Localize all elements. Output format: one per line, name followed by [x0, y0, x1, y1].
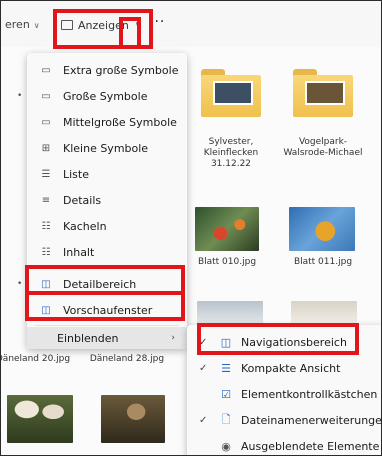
file-name: Däneland 28.jpg [89, 354, 165, 364]
check-icon: ✓ [199, 362, 208, 374]
submenu-item-navigation-pane[interactable]: ✓ ◫ Navigationsbereich [187, 329, 381, 355]
menu-item-tiles[interactable]: ☷ Kacheln [27, 213, 187, 239]
monitor-small-icon: ▭ [41, 116, 51, 128]
folder-icon [293, 69, 353, 117]
image-thumbnail [197, 301, 263, 325]
preview-pane-icon: ◫ [41, 304, 51, 316]
image-item[interactable]: Blatt 010.jpg [187, 207, 277, 277]
menu-item-large-icons[interactable]: • ▭ Große Symbole [17, 83, 187, 109]
compact-view-icon: ☰ [221, 361, 231, 375]
file-name: Vogelpark-Walsrode-Michael [283, 137, 363, 158]
menu-item-show[interactable]: Einblenden › [27, 327, 187, 349]
view-menu: ▭ Extra große Symbole • ▭ Große Symbole ▭ Mi… [17, 53, 187, 349]
menu-item-label: Kacheln [63, 219, 107, 233]
content-icon: ☷ [41, 246, 51, 258]
more-options-button[interactable]: ··· [149, 14, 165, 30]
grid-icon: ⊞ [41, 142, 51, 154]
view-label: Anzeigen [78, 18, 129, 32]
monitor-icon: ▭ [41, 90, 51, 102]
chevron-down-icon: ∨ [33, 21, 40, 30]
menu-item-list[interactable]: ☰ Liste [27, 161, 187, 187]
show-submenu: ✓ ◫ Navigationsbereich ✓ ☰ Kompakte Ansicht … [187, 325, 382, 455]
hidden-items-icon: ◉ [221, 439, 231, 453]
menu-item-medium-icons[interactable]: ▭ Mittelgroße Symbole [27, 109, 187, 135]
image-thumbnail [195, 207, 259, 251]
navigation-strip [1, 47, 27, 337]
submenu-item-label: Kompakte Ansicht [241, 361, 341, 375]
menu-item-label: Details [63, 193, 102, 207]
submenu-item-compact-view[interactable]: ✓ ☰ Kompakte Ansicht [187, 355, 381, 381]
submenu-item-hidden-items[interactable]: ◉ Ausgeblendete Elemente [187, 433, 381, 455]
menu-item-label: Mittelgroße Symbole [63, 115, 177, 129]
file-name: Sylvester, Kleinflecken 31.12.22 [203, 137, 259, 169]
image-thumbnail [291, 301, 357, 325]
menu-item-preview-pane[interactable]: ◫ Vorschaufenster [27, 297, 187, 323]
menu-separator [35, 267, 179, 268]
submenu-item-label: Dateinamenerweiterungen [241, 413, 382, 427]
details-icon: ≡ [41, 194, 51, 206]
tiles-icon: ☷ [41, 220, 51, 232]
menu-item-small-icons[interactable]: ⊞ Kleine Symbole [27, 135, 187, 161]
command-bar: eren ∨ Anzeigen ∨ ··· [1, 1, 381, 47]
menu-item-label: Große Symbole [63, 89, 148, 103]
view-icon [61, 20, 73, 30]
menu-separator [35, 325, 179, 326]
submenu-item-item-checkboxes[interactable]: ☑ Elementkontrollkästchen [187, 381, 381, 407]
submenu-item-file-extensions[interactable]: ✓ 🗋 Dateinamenerweiterungen [187, 407, 382, 433]
file-name: Däneland 20.jpg [0, 354, 71, 364]
image-thumbnail [289, 207, 355, 251]
menu-item-details-pane[interactable]: • ◫ Detailbereich [17, 271, 187, 297]
menu-item-label: Extra große Symbole [63, 63, 179, 77]
sort-label: eren [5, 18, 30, 31]
image-item[interactable]: Blatt 011.jpg [283, 207, 373, 277]
submenu-item-label: Navigationsbereich [241, 335, 347, 349]
explorer-window: eren ∨ Anzeigen ∨ ··· Sylvester, Kleinfle… [0, 0, 382, 456]
menu-item-extra-large-icons[interactable]: ▭ Extra große Symbole [27, 57, 187, 83]
menu-item-label: Detailbereich [63, 277, 137, 291]
menu-item-content[interactable]: ☷ Inhalt [27, 239, 187, 265]
details-pane-icon: ◫ [41, 278, 51, 290]
menu-item-details[interactable]: ≡ Details [27, 187, 187, 213]
monitor-icon: ▭ [41, 64, 51, 76]
navigation-pane-icon: ◫ [220, 335, 232, 349]
menu-item-label: Inhalt [63, 245, 95, 259]
chevron-down-icon[interactable]: ∨ [132, 17, 144, 33]
check-icon: ✓ [199, 414, 208, 426]
menu-item-label: Einblenden [57, 331, 119, 345]
file-extension-icon: 🗋 [221, 412, 231, 426]
checkbox-icon: ☑ [221, 387, 231, 401]
folder-item[interactable]: Vogelpark-Walsrode-Michael [271, 65, 371, 185]
sort-button[interactable]: eren ∨ [5, 18, 40, 31]
bullet-icon: • [17, 91, 23, 101]
list-icon: ☰ [41, 168, 51, 180]
image-thumbnail[interactable] [101, 395, 165, 443]
menu-item-label: Kleine Symbole [63, 141, 149, 155]
image-thumbnail[interactable] [7, 395, 73, 443]
submenu-item-label: Ausgeblendete Elemente [241, 439, 380, 453]
file-name: Blatt 011.jpg [293, 257, 353, 267]
file-name: Blatt 010.jpg [197, 257, 257, 267]
folder-icon [201, 69, 261, 117]
menu-item-label: Vorschaufenster [63, 303, 153, 317]
submenu-item-label: Elementkontrollkästchen [241, 387, 378, 401]
bullet-icon: • [17, 279, 23, 289]
menu-item-label: Liste [63, 167, 89, 181]
chevron-right-icon: › [171, 333, 175, 343]
check-icon: ✓ [199, 336, 208, 348]
view-button[interactable]: Anzeigen ∨ [61, 15, 144, 35]
